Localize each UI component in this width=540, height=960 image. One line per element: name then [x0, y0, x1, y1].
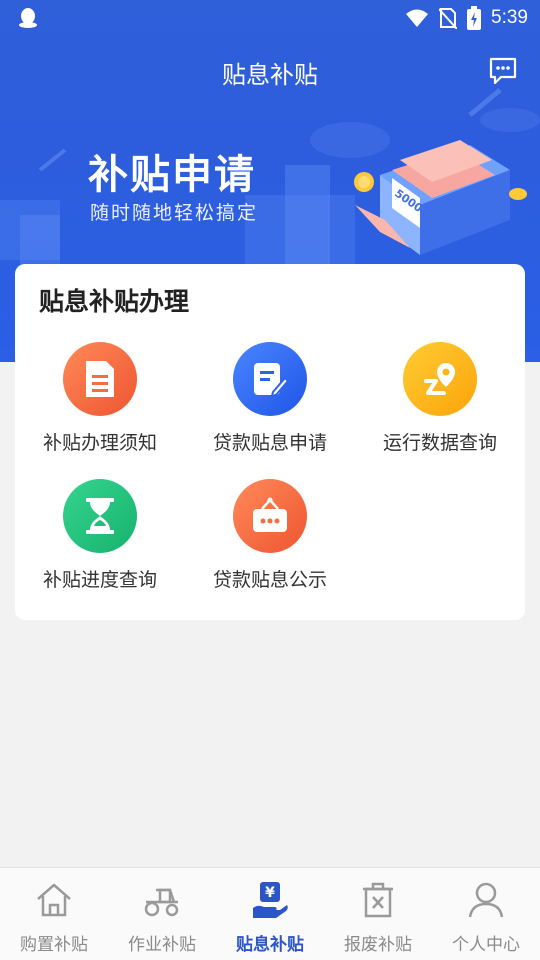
tab-label: 个人中心 [452, 935, 520, 955]
message-icon[interactable] [488, 56, 518, 86]
grid-label-data-query: 运行数据查询 [382, 432, 497, 454]
grid-label-public-notice: 贷款贴息公示 [212, 569, 327, 591]
page-header: 贴息补贴 [0, 50, 540, 94]
wifi-icon [406, 9, 429, 27]
banner-subtitle: 随时随地轻松搞定 [90, 202, 259, 224]
home-icon [37, 883, 71, 917]
svg-text:¥: ¥ [265, 885, 275, 901]
tab-label: 作业补贴 [128, 935, 196, 955]
tab-label: 报废补贴 [344, 935, 412, 955]
subsidy-card: 贴息补贴办理 补贴办理须知 贷款贴息申请 运行数据查询 补贴进度查询 贷款贴息公… [15, 264, 525, 620]
grid-label-progress: 补贴进度查询 [42, 569, 157, 591]
qq-icon [19, 8, 37, 28]
document-icon [63, 342, 137, 416]
notice-board-icon [233, 479, 307, 553]
status-time: 5:39 [491, 7, 528, 28]
grid-label-guide: 补贴办理须知 [42, 432, 157, 454]
tab-purchase-subsidy[interactable]: 购置补贴 [0, 868, 108, 960]
page-title: 贴息补贴 [222, 60, 318, 89]
edit-icon [233, 342, 307, 416]
tab-personal-center[interactable]: 个人中心 [432, 868, 540, 960]
tractor-icon [144, 888, 179, 917]
trash-icon [363, 882, 393, 918]
grid-item-data-query[interactable]: 运行数据查询 [355, 342, 525, 472]
tab-label: 购置补贴 [20, 935, 88, 955]
grid-item-progress[interactable]: 补贴进度查询 [15, 479, 185, 609]
no-sim-icon [439, 8, 458, 29]
grid-item-guide[interactable]: 补贴办理须知 [15, 342, 185, 472]
card-title: 贴息补贴办理 [39, 287, 190, 316]
tab-operation-subsidy[interactable]: 作业补贴 [108, 868, 216, 960]
bottom-tabbar: 购置补贴 作业补贴 ¥ 贴息补贴 报废补贴 个人中心 [0, 867, 540, 960]
tab-scrap-subsidy[interactable]: 报废补贴 [324, 868, 432, 960]
hourglass-icon [63, 479, 137, 553]
route-pin-icon [403, 342, 477, 416]
battery-charging-icon [467, 6, 482, 30]
grid-item-public-notice[interactable]: 贷款贴息公示 [185, 479, 355, 609]
grid-label-loan-apply: 贷款贴息申请 [212, 432, 327, 454]
user-icon [468, 882, 504, 918]
status-bar: 5:39 [0, 0, 540, 36]
banner-title: 补贴申请 [88, 152, 256, 198]
yuan-hand-icon: ¥ [253, 882, 288, 918]
tab-interest-subsidy[interactable]: ¥ 贴息补贴 [216, 868, 324, 960]
grid-item-loan-apply[interactable]: 贷款贴息申请 [185, 342, 355, 472]
tab-label: 贴息补贴 [236, 935, 304, 955]
